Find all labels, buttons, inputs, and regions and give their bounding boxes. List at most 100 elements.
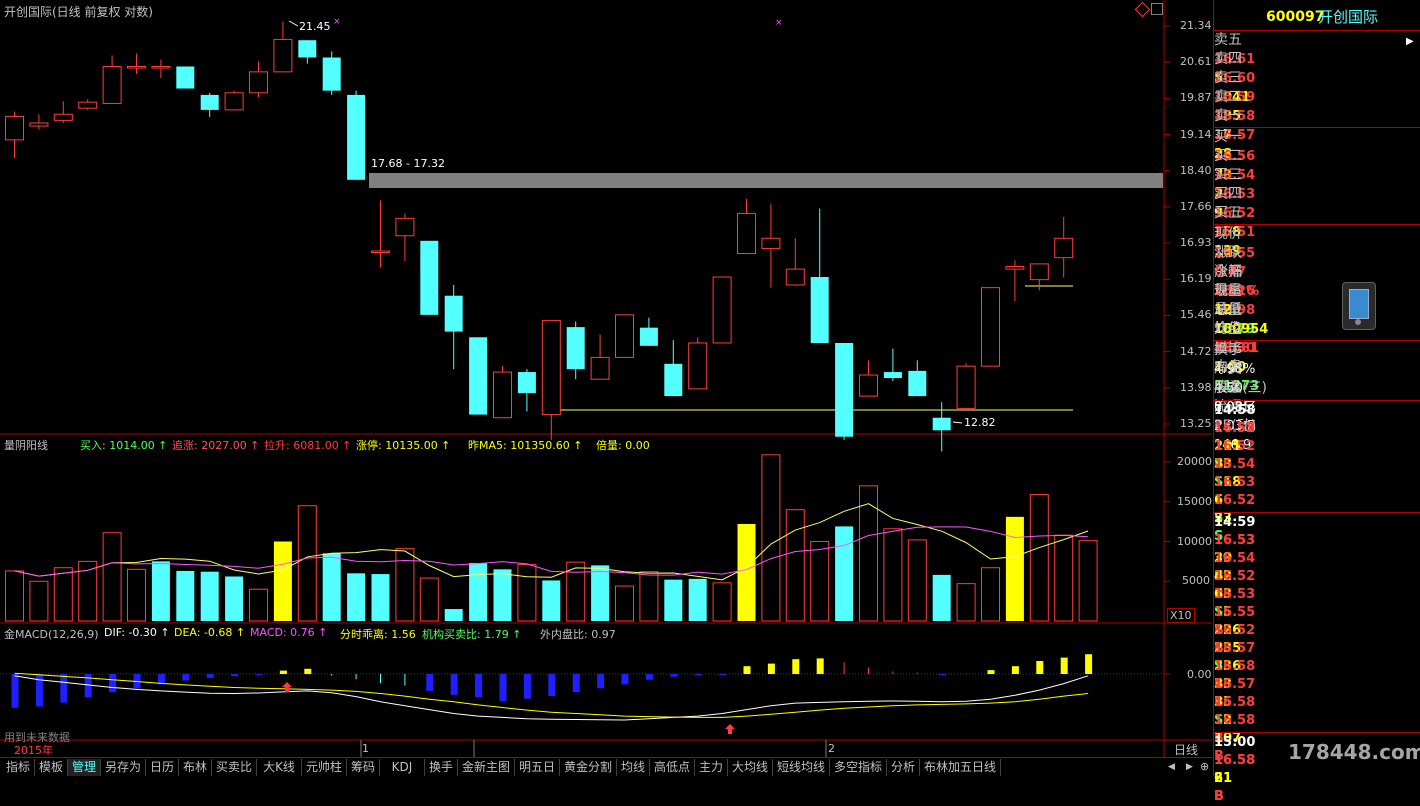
candle [664, 340, 683, 397]
bid-row[interactable]: 买二 16.54 2 [1214, 147, 1420, 202]
volume-bar [907, 539, 927, 622]
ask-row[interactable]: 卖二 16.58 17 [1214, 88, 1420, 143]
chart-panel[interactable]: × × 开创国际(日线 前复权 对数) 21.45 12.82 17.68 - 1… [0, 0, 1212, 776]
volume-bar [493, 569, 512, 621]
macd-bar [792, 659, 800, 674]
tab-2[interactable]: 管理 [68, 759, 101, 776]
tab-10[interactable]: KDJ [380, 759, 425, 776]
ask-row[interactable]: 卖一 16.57 28 [1214, 107, 1420, 162]
volume-bar [102, 532, 122, 622]
candle [541, 319, 561, 440]
restore-window-icon[interactable] [1151, 3, 1163, 15]
time-label-month-2: 2 [828, 742, 835, 755]
price-axis-label: 20.61 [1180, 55, 1212, 69]
price-axis-label: 19.14 [1180, 127, 1212, 141]
tab-8[interactable]: 元帅柱 [302, 759, 347, 776]
ask-row[interactable]: 卖三 16.59 185 [1214, 69, 1420, 124]
tick-time: 14:58 [1214, 403, 1256, 418]
volume-bar [664, 579, 683, 621]
bid-row[interactable]: 买三 16.53 9 [1214, 166, 1420, 221]
tab-0[interactable]: 指标 [2, 759, 35, 776]
tab-19[interactable]: 短线均线 [773, 759, 830, 776]
volume-unit[interactable]: X10 [1167, 608, 1195, 623]
macd-bar [35, 674, 43, 707]
volume-bar [932, 574, 951, 621]
price-axis-label: 15.46 [1180, 308, 1212, 322]
ask-row[interactable]: 卖四 16.60 1041 [1214, 50, 1420, 105]
candle [737, 198, 756, 255]
tick-row: 16.52 235 S [1214, 622, 1420, 674]
volume-bar [395, 548, 415, 622]
tab-20[interactable]: 多空指标 [830, 759, 887, 776]
tick-row: 16.57 35 S [1214, 676, 1420, 728]
macd-bar [1011, 666, 1019, 674]
tab-11[interactable]: 换手 [425, 759, 458, 776]
candle [298, 40, 317, 64]
chart-canvas[interactable]: × × [0, 0, 1212, 757]
tab-9[interactable]: 筹码 [347, 759, 380, 776]
tick-price: 16.58 [1214, 659, 1256, 674]
tab-18[interactable]: 大均线 [728, 759, 773, 776]
macd-indicator-2: MACD: 0.76 ↑ [250, 626, 328, 639]
tab-14[interactable]: 黄金分割 [560, 759, 617, 776]
bid-row[interactable]: 买五 16.51 139 [1214, 204, 1420, 259]
volume-bar [737, 524, 756, 621]
tab-21[interactable]: 分析 [887, 759, 920, 776]
price-axis-label: 18.40 [1180, 163, 1212, 177]
scroll-right-icon[interactable]: ▶ [1186, 762, 1193, 772]
tab-6[interactable]: 买卖比 [212, 759, 257, 776]
high-marker-x: × [333, 17, 341, 27]
volume-bar [517, 564, 537, 622]
volume-bar [542, 580, 561, 621]
macd-bar [987, 670, 995, 674]
tick-row: 16.54 118 [1214, 456, 1420, 490]
tab-4[interactable]: 日历 [146, 759, 179, 776]
bid-row[interactable]: 买四 16.52 158 [1214, 185, 1420, 240]
candle-body [29, 122, 49, 127]
tick-row: 14:58 16.55 105 B [1214, 402, 1420, 472]
candle-body [151, 65, 171, 69]
macd-bar [523, 674, 531, 699]
macd-bar [694, 674, 702, 676]
volume-bar [835, 526, 854, 621]
tick-price: 16.53 [1214, 475, 1256, 490]
tab-5[interactable]: 布林 [179, 759, 212, 776]
tab-13[interactable]: 明五日 [515, 759, 560, 776]
candle [273, 21, 293, 73]
chart-title: 开创国际(日线 前复权 对数) [4, 5, 153, 19]
tab-1[interactable]: 模板 [35, 759, 68, 776]
tab-22[interactable]: 布林加五日线 [920, 759, 1001, 776]
volume-bar [1029, 494, 1049, 622]
ask-scroll-icon[interactable]: ▶ [1406, 36, 1414, 47]
candle-body [712, 276, 732, 344]
volume-bar [1078, 540, 1098, 622]
bid-row[interactable]: 买一 16.56 73 [1214, 128, 1420, 183]
candle [835, 342, 854, 440]
candle-body [835, 342, 854, 437]
volume-bar [273, 541, 292, 621]
price-axis-label: 17.66 [1180, 199, 1212, 213]
macd-bar [1085, 654, 1093, 674]
scroll-left-icon[interactable]: ◀ [1168, 762, 1175, 772]
stat-label: 外盘 [1214, 321, 1242, 337]
tab-12[interactable]: 金新主图 [458, 759, 515, 776]
fundamental-label: 收益(三) [1214, 380, 1267, 396]
zoom-icon[interactable]: ⊕ [1200, 760, 1209, 773]
phone-app-icon[interactable] [1342, 282, 1376, 330]
tab-15[interactable]: 均线 [617, 759, 650, 776]
candle-body [541, 319, 561, 416]
candle [981, 287, 1000, 367]
tab-7[interactable]: 大K线 [257, 759, 302, 776]
tab-3[interactable]: 另存为 [101, 759, 146, 776]
tick-price: 16.54 [1214, 457, 1256, 472]
timeframe-label[interactable]: 日线 [1174, 741, 1198, 758]
ask-row[interactable]: 卖五 16.61 5 [1214, 31, 1420, 86]
tab-17[interactable]: 主力 [695, 759, 728, 776]
candle-body [493, 371, 512, 419]
tab-16[interactable]: 高低点 [650, 759, 695, 776]
macd-bar [816, 658, 824, 674]
volume-axis-label: 15000 [1177, 494, 1212, 508]
high-pointer [288, 20, 299, 27]
volume-bar [444, 609, 463, 621]
candle [371, 200, 390, 268]
